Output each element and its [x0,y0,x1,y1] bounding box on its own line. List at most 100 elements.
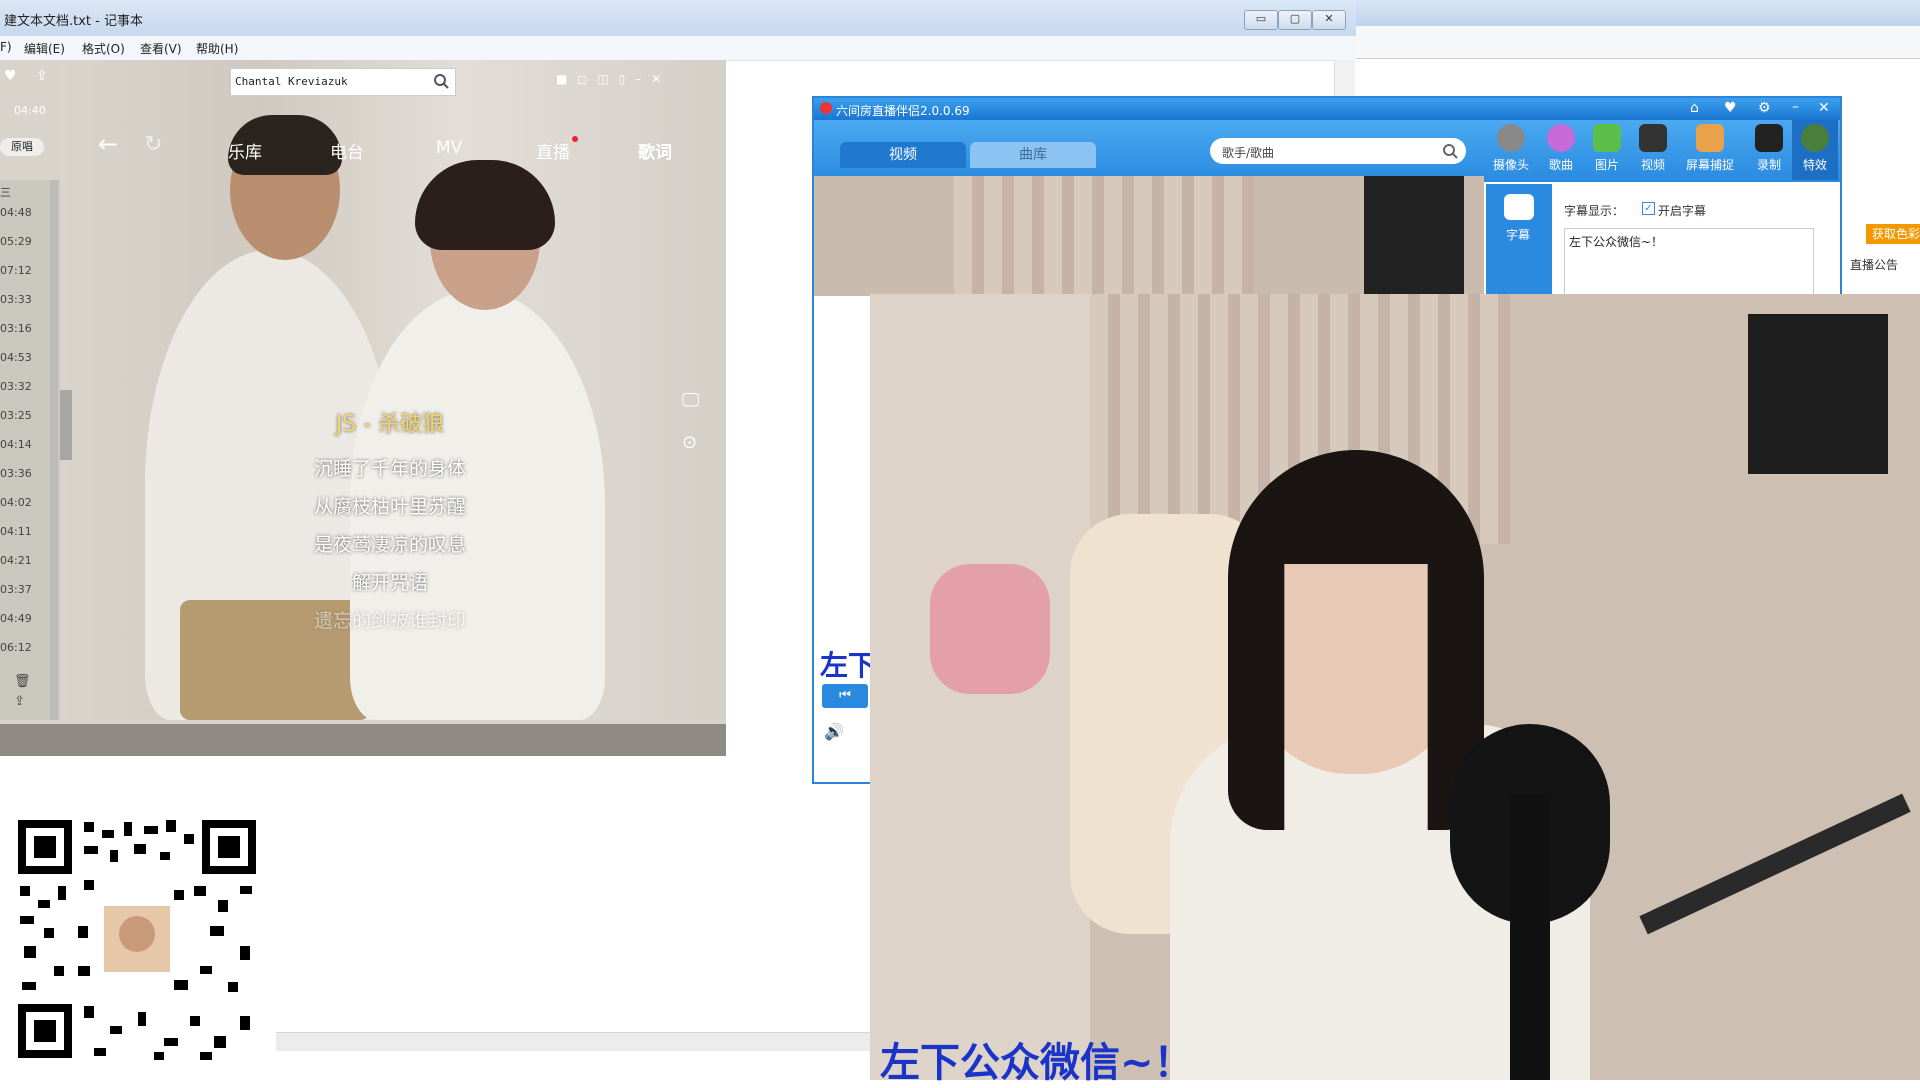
share-icon[interactable]: ⇪ [36,68,48,84]
tool-effects[interactable]: 特效 [1792,120,1838,180]
layout-icon[interactable]: ◫ [597,72,618,86]
nav-live[interactable]: 直播 [536,138,570,163]
qr-avatar [119,916,155,952]
menu-format[interactable]: 格式(O) [82,40,125,57]
tv [1748,314,1888,474]
subtitle-icon[interactable] [1504,194,1534,220]
tool-song[interactable]: 歌曲 [1538,120,1584,180]
list-item[interactable]: 04:53 [0,351,32,364]
background-toolbar [1356,26,1920,59]
menu-view[interactable]: 查看(V) [140,40,182,57]
effects-icon [1801,124,1829,152]
notepad-menu-bar: F) 编辑(E) 格式(O) 查看(V) 帮助(H) [0,36,1356,61]
photo-person-right-hair [415,160,555,250]
source-toggle[interactable]: 原唱 [0,138,44,156]
menu-edit[interactable]: 编辑(E) [24,40,65,57]
notepad-title: 建文本文档.txt - 记事本 [4,14,143,29]
get-color-button[interactable]: 获取色彩 [1866,224,1920,244]
refresh-icon[interactable]: ↻ [144,132,162,157]
plush-toy [930,564,1050,694]
list-item[interactable]: 04:48 [0,206,32,219]
live-notice-label: 直播公告 [1850,258,1899,272]
menu-file[interactable]: F) [0,40,12,54]
film-icon [1639,124,1667,152]
tool-camera-label: 摄像头 [1492,158,1529,172]
tool-video-label: 视频 [1640,158,1665,172]
camera-icon [1497,124,1525,152]
tool-image[interactable]: 图片 [1584,120,1630,180]
notepad-title-bar[interactable]: 建文本文档.txt - 记事本 ▭ ▢ ✕ [0,0,1356,37]
list-item[interactable]: 05:29 [0,235,32,248]
tv [1364,176,1464,296]
live-search-input[interactable]: 歌手/歌曲 [1210,138,1466,164]
mic-arm [1639,793,1911,935]
video-preview-top [814,176,1484,296]
nav-lyrics[interactable]: 歌词 [638,138,672,163]
live-search-placeholder: 歌手/歌曲 [1222,146,1275,160]
video-subtitle: 左下公众微信~！ [880,1040,1194,1086]
menu-help[interactable]: 帮助(H) [196,40,238,57]
tool-camera[interactable]: 摄像头 [1488,120,1534,180]
prev-track-button[interactable]: ⏮ [822,684,868,708]
list-item[interactable]: 04:14 [0,438,32,451]
live-title-bar[interactable]: 六间房直播伴侣2.0.0.69 ⌂ ♥ ⚙ – ✕ [814,98,1840,120]
list-item[interactable]: 06:12 [0,641,32,654]
nav-mv[interactable]: MV [436,138,462,158]
screen-capture-icon [1696,124,1724,152]
nav-radio[interactable]: 电台 [330,138,364,163]
lyric-line: 遗忘的剑被谁封印 [313,610,466,632]
list-item[interactable]: 03:32 [0,380,32,393]
settings-gear-icon[interactable]: ⚙ [1758,100,1771,116]
search-icon[interactable] [1442,143,1458,159]
tab-music-library[interactable]: 曲库 [970,142,1096,168]
list-item[interactable]: 07:12 [0,264,32,277]
volume-icon[interactable]: 🔊 [824,722,844,741]
list-item[interactable]: 03:33 [0,293,32,306]
live-side-panel: 字幕 [1486,184,1552,304]
subtitle-text-field[interactable]: 左下公众微信~！ [1564,228,1814,296]
home-icon[interactable]: ⌂ [1690,100,1699,116]
app-logo-icon [820,102,832,114]
playlist-scrollbar[interactable] [50,180,58,720]
maximize-button[interactable]: ▢ [1278,10,1312,30]
tab-video[interactable]: 视频 [840,142,966,168]
list-item[interactable]: 03:16 [0,322,32,335]
skin-icon[interactable]: ♥ [1724,100,1737,116]
live-preview-subtitle: 左下 [820,649,877,682]
close-button[interactable]: ✕ [1312,10,1346,30]
player-bottom-bar[interactable] [0,724,726,756]
playlist-panel[interactable]: 三 04:48 05:29 07:12 03:33 03:16 04:53 03… [0,180,60,720]
export-icon[interactable]: ⇪ [14,694,25,709]
back-arrow-icon[interactable]: ← [98,130,118,158]
record-icon [1755,124,1783,152]
heart-icon[interactable]: ♥ [4,68,17,84]
music-player-window: Chantal Kreviazuk ■◻◫▯–✕ ♥ ⇪ 04:40 原唱 ← … [0,60,726,756]
skin-icon[interactable]: ■ [556,72,577,86]
tool-video[interactable]: 视频 [1630,120,1676,180]
trash-icon[interactable]: 🗑 [14,674,31,689]
tool-screen-capture[interactable]: 屏幕捕捉 [1678,120,1742,180]
live-minimize-button[interactable]: – [1792,99,1799,115]
nav-library[interactable]: 乐库 [228,138,262,163]
player-window-controls[interactable]: ■◻◫▯–✕ [556,72,671,86]
side-subtitle-label[interactable]: 字幕 [1506,226,1530,243]
lyric-line: 从腐枝枯叶里苏醒 [313,496,466,518]
playlist-header: 三 [0,186,11,199]
live-title: 六间房直播伴侣2.0.0.69 [836,104,970,118]
tool-record[interactable]: 录制 [1746,120,1792,180]
qr-code-image [18,820,256,1060]
disc-icon [1547,124,1575,152]
search-icon[interactable] [433,73,449,89]
live-close-button[interactable]: ✕ [1818,100,1830,116]
player-minimize-icon[interactable]: – [635,72,651,86]
minimize-button[interactable]: ▭ [1244,10,1278,30]
subtitle-checkbox[interactable]: ✓ [1642,202,1655,215]
lyric-line: 是夜莺凄凉的叹息 [313,534,466,556]
mini-mode-icon[interactable]: ◻ [577,72,597,86]
notepad-horizontal-scrollbar[interactable] [276,1032,886,1051]
phone-icon[interactable]: ▯ [619,72,636,86]
live-badge-dot [572,136,578,142]
player-search-input[interactable]: Chantal Kreviazuk [230,68,456,96]
qr-code [14,816,260,1062]
player-close-icon[interactable]: ✕ [651,72,671,86]
